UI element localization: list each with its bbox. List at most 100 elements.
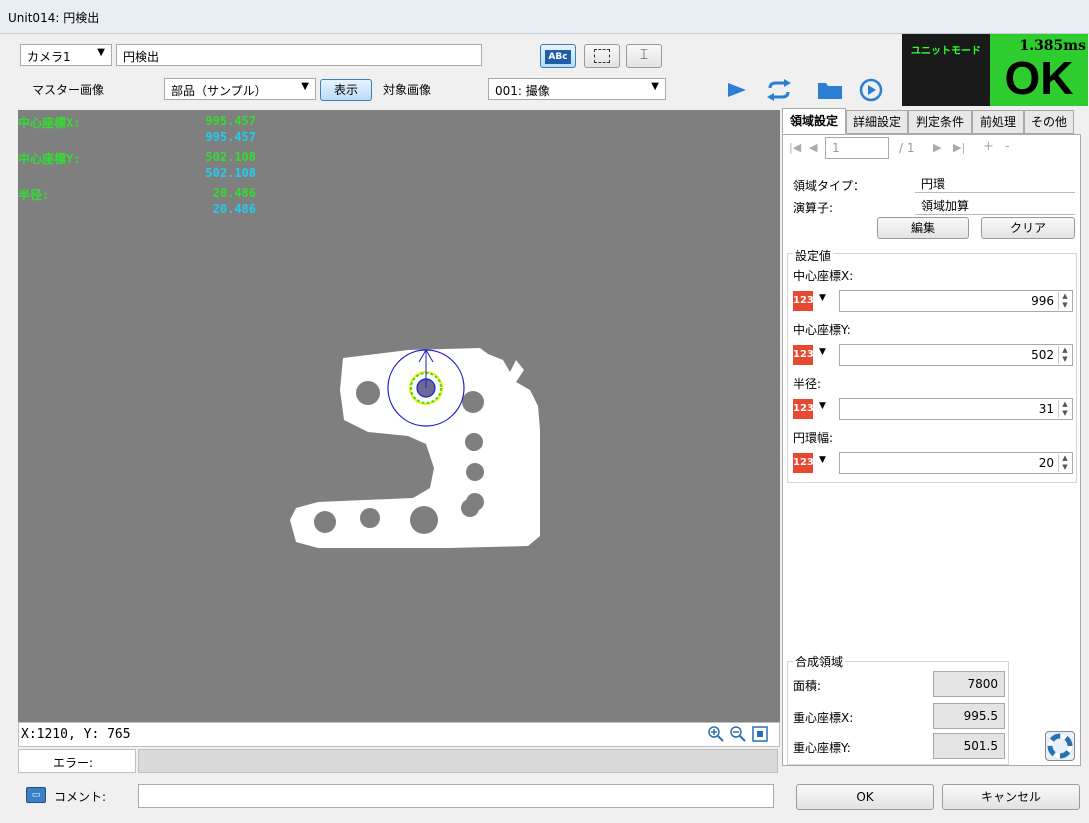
radius-spinner[interactable]: 31 ▲ ▼	[839, 398, 1073, 420]
spin-arrows-icon[interactable]: ▲ ▼	[1058, 400, 1071, 418]
open-folder-button[interactable]	[816, 78, 844, 102]
add-region-button[interactable]: +	[983, 139, 994, 154]
cancel-button[interactable]: キャンセル	[942, 784, 1080, 810]
folder-icon	[818, 83, 842, 99]
target-image-label: 対象画像	[383, 83, 432, 97]
numeric-icon[interactable]: 123	[793, 453, 814, 473]
play-icon	[728, 83, 746, 97]
fit-screen-icon	[752, 726, 768, 742]
ring-width-spinner[interactable]: 20 ▲ ▼	[839, 452, 1073, 474]
chevron-down-icon[interactable]: ▼	[819, 347, 826, 357]
numeric-icon[interactable]: 123	[793, 399, 814, 419]
centroid-x-label: 重心座標X:	[793, 711, 854, 725]
field-label-ring-width: 円環幅:	[793, 431, 834, 445]
dotted-rect-icon	[594, 49, 610, 63]
error-label: エラー:	[53, 756, 94, 770]
camera-select[interactable]: カメラ1 ▼	[20, 44, 112, 66]
center-x-spinner[interactable]: 996 ▲ ▼	[839, 290, 1073, 312]
unit-name-value: 円検出	[123, 50, 160, 64]
chevron-down-icon[interactable]: ▼	[819, 293, 826, 303]
unit-mode-label: ユニットモード	[911, 46, 981, 57]
tab-other[interactable]: その他	[1024, 110, 1074, 134]
lifebuoy-icon	[1047, 733, 1073, 759]
page-input[interactable]: 1	[825, 137, 889, 159]
radius-value: 31	[1038, 402, 1054, 416]
clear-button[interactable]: クリア	[981, 217, 1075, 239]
area-label: 面積:	[793, 679, 822, 693]
next-page-icon[interactable]: ▶	[933, 141, 941, 154]
tab-detail-settings[interactable]: 詳細設定	[846, 110, 908, 134]
window-title: Unit014: 円検出	[8, 11, 100, 25]
center-y-spinner[interactable]: 502 ▲ ▼	[839, 344, 1073, 366]
image-canvas[interactable]: 中心座標X: 995.457 995.457 中心座標Y: 502.108 50…	[18, 110, 780, 722]
tab-judgement[interactable]: 判定条件	[908, 110, 972, 134]
chevron-down-icon: ▼	[97, 47, 105, 58]
region-type-label: 領域タイプ：	[793, 179, 866, 193]
overlay-center-x-label: 中心座標X:	[18, 116, 81, 130]
comment-label: コメント:	[54, 790, 107, 804]
fit-view-button[interactable]	[751, 725, 769, 743]
chevron-down-icon: ▼	[651, 81, 659, 92]
master-image-label: マスター画像	[32, 83, 105, 97]
step-run-button[interactable]	[858, 77, 884, 103]
field-label-center-x: 中心座標X:	[793, 269, 854, 283]
spin-arrows-icon[interactable]: ▲ ▼	[1058, 454, 1071, 472]
numeric-icon[interactable]: 123	[793, 291, 814, 311]
overlay-radius-value: 20.486	[212, 186, 256, 200]
help-button[interactable]	[1045, 731, 1075, 761]
run-button[interactable]	[724, 78, 750, 102]
remove-region-button[interactable]: -	[1005, 139, 1010, 154]
result-panel: ユニットモード 1.385ms OK	[902, 34, 1088, 106]
ok-button[interactable]: OK	[796, 784, 934, 810]
master-image-select[interactable]: 部品（サンプル） ▼	[164, 78, 316, 100]
overlay-center-y-label: 中心座標Y:	[18, 152, 81, 166]
settings-group-label: 設定値	[793, 247, 834, 264]
part-image	[290, 348, 540, 548]
zoom-out-button[interactable]	[729, 725, 747, 743]
field-label-center-y: 中心座標Y:	[793, 323, 851, 337]
title-bar: Unit014: 円検出	[0, 0, 1089, 34]
zoom-in-button[interactable]	[707, 725, 725, 743]
page-total: / 1	[899, 141, 915, 155]
abc-text-button[interactable]: ABc	[540, 44, 576, 68]
comment-input[interactable]	[138, 784, 774, 808]
cursor-coords: X:1210, Y: 765	[21, 727, 131, 742]
numeric-icon[interactable]: 123	[793, 345, 814, 365]
operator-label: 演算子:	[793, 201, 834, 215]
settings-group	[787, 253, 1077, 483]
target-image-select[interactable]: 001: 撮像 ▼	[488, 78, 666, 100]
center-y-value: 502	[1031, 348, 1054, 362]
chevron-down-icon[interactable]: ▼	[819, 455, 826, 465]
center-x-value: 996	[1031, 294, 1054, 308]
canvas-status-bar: X:1210, Y: 765	[18, 722, 780, 747]
target-select-value: 001: 撮像	[495, 84, 550, 98]
keyboard-icon: ▭	[31, 790, 41, 800]
chevron-down-icon: ▼	[301, 81, 309, 92]
comment-edit-button[interactable]: ▭	[26, 787, 46, 803]
abc-icon: ABc	[545, 50, 571, 64]
tab-region-settings[interactable]: 領域設定	[782, 108, 846, 134]
spin-arrows-icon[interactable]: ▲ ▼	[1058, 346, 1071, 364]
tab-preprocess[interactable]: 前処理	[972, 110, 1024, 134]
align-button[interactable]: ⌶	[626, 44, 662, 68]
unit-name-input[interactable]: 円検出	[116, 44, 482, 66]
centroid-y-label: 重心座標Y:	[793, 741, 851, 755]
show-button[interactable]: 表示	[320, 79, 372, 101]
last-page-icon[interactable]: ▶|	[953, 141, 965, 154]
circle-play-icon	[859, 78, 883, 102]
zoom-in-icon	[708, 726, 724, 742]
first-page-icon[interactable]: |◀	[789, 141, 801, 154]
edit-button[interactable]: 編集	[877, 217, 969, 239]
repeat-icon	[767, 79, 791, 101]
ok-box: 1.385ms OK	[990, 34, 1088, 106]
prev-page-icon[interactable]: ◀	[809, 141, 817, 154]
area-value: 7800	[933, 671, 1005, 697]
overlay-center-y-ref: 502.108	[205, 166, 256, 180]
composite-group-label: 合成領域	[793, 653, 846, 670]
chevron-down-icon[interactable]: ▼	[819, 401, 826, 411]
centroid-y-value: 501.5	[933, 733, 1005, 759]
centroid-x-value: 995.5	[933, 703, 1005, 729]
spin-arrows-icon[interactable]: ▲ ▼	[1058, 292, 1071, 310]
region-select-button[interactable]	[584, 44, 620, 68]
repeat-button[interactable]	[764, 78, 794, 102]
